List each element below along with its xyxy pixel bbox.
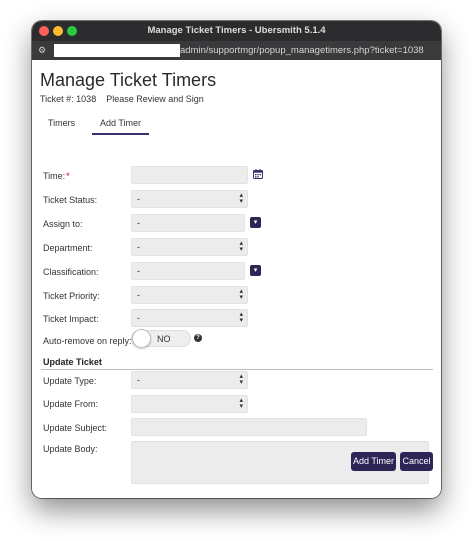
url-redaction (54, 44, 180, 57)
chevron-down-icon: ▾ (253, 219, 258, 226)
update-subject-label: Update Subject: (43, 423, 108, 433)
update-subject-input[interactable] (131, 418, 367, 436)
time-input[interactable] (131, 166, 248, 184)
required-mark: * (66, 171, 70, 181)
add-timer-button[interactable]: Add Timer (351, 452, 396, 471)
window-title: Manage Ticket Timers - Ubersmith 5.1.4 (147, 25, 326, 36)
ticket-status-label: Ticket Status: (43, 195, 98, 205)
page-title: Manage Ticket Timers (40, 70, 217, 90)
auto-remove-label: Auto-remove on reply: (43, 336, 132, 346)
calendar-icon[interactable] (253, 169, 263, 179)
ticket-impact-select[interactable]: - ▴ ▾ (131, 309, 248, 327)
select-arrows-icon: ▴ ▾ (239, 288, 243, 301)
review-instruction: Please Review and Sign (106, 94, 204, 104)
title-bar: Manage Ticket Timers - Ubersmith 5.1.4 (32, 21, 441, 41)
cancel-button[interactable]: Cancel (400, 452, 433, 471)
ticket-impact-label: Ticket Impact: (43, 314, 99, 324)
update-type-value: - (137, 375, 140, 385)
toggle-knob (132, 329, 151, 348)
update-type-select[interactable]: - ▴ ▾ (131, 371, 248, 389)
assign-to-dropdown-button[interactable]: ▾ (250, 217, 261, 228)
tab-add-timer[interactable]: Add Timer (92, 118, 149, 135)
tab-timers[interactable]: Timers (48, 118, 75, 128)
assign-to-input[interactable]: - (131, 214, 245, 232)
ticket-priority-select[interactable]: - ▴ ▾ (131, 286, 248, 304)
help-icon[interactable]: ? (194, 334, 202, 342)
chevron-down-icon: ▾ (253, 267, 258, 274)
popup-window: Manage Ticket Timers - Ubersmith 5.1.4 ⚙… (32, 21, 441, 498)
assign-to-label: Assign to: (43, 219, 83, 229)
department-select[interactable]: - ▴ ▾ (131, 238, 248, 256)
section-divider (41, 369, 433, 370)
classification-input[interactable]: - (131, 262, 245, 280)
ticket-priority-value: - (137, 290, 140, 300)
update-type-label: Update Type: (43, 376, 97, 386)
department-value: - (137, 242, 140, 252)
page-content: Manage Ticket Timers Ticket #: 1038 Pleas… (32, 60, 441, 498)
update-from-label: Update From: (43, 399, 99, 409)
url-text[interactable]: admin/supportmgr/popup_managetimers.php?… (180, 45, 424, 56)
site-settings-icon[interactable]: ⚙ (38, 45, 49, 56)
ticket-status-value: - (137, 194, 140, 204)
ticket-priority-label: Ticket Priority: (43, 291, 100, 301)
update-ticket-heading: Update Ticket (43, 357, 102, 367)
ticket-impact-value: - (137, 313, 140, 323)
classification-value: - (137, 266, 140, 276)
ticket-status-select[interactable]: - ▴ ▾ (131, 190, 248, 208)
time-label-text: Time: (43, 171, 66, 181)
auto-remove-state: NO (157, 334, 171, 344)
select-arrows-icon: ▴ ▾ (239, 192, 243, 205)
address-bar: ⚙ admin/supportmgr/popup_managetimers.ph… (32, 41, 441, 60)
department-label: Department: (43, 243, 93, 253)
select-arrows-icon: ▴ ▾ (239, 373, 243, 386)
ticket-number: Ticket #: 1038 (40, 94, 97, 104)
ticket-info: Ticket #: 1038 Please Review and Sign (40, 94, 204, 104)
select-arrows-icon: ▴ ▾ (239, 240, 243, 253)
auto-remove-toggle[interactable]: NO (131, 329, 191, 348)
assign-to-value: - (137, 218, 140, 228)
time-label: Time:* (43, 171, 70, 181)
select-arrows-icon: ▴ ▾ (239, 397, 243, 410)
classification-dropdown-button[interactable]: ▾ (250, 265, 261, 276)
update-body-label: Update Body: (43, 444, 98, 454)
classification-label: Classification: (43, 267, 99, 277)
select-arrows-icon: ▴ ▾ (239, 311, 243, 324)
update-from-select[interactable]: ▴ ▾ (131, 395, 248, 413)
